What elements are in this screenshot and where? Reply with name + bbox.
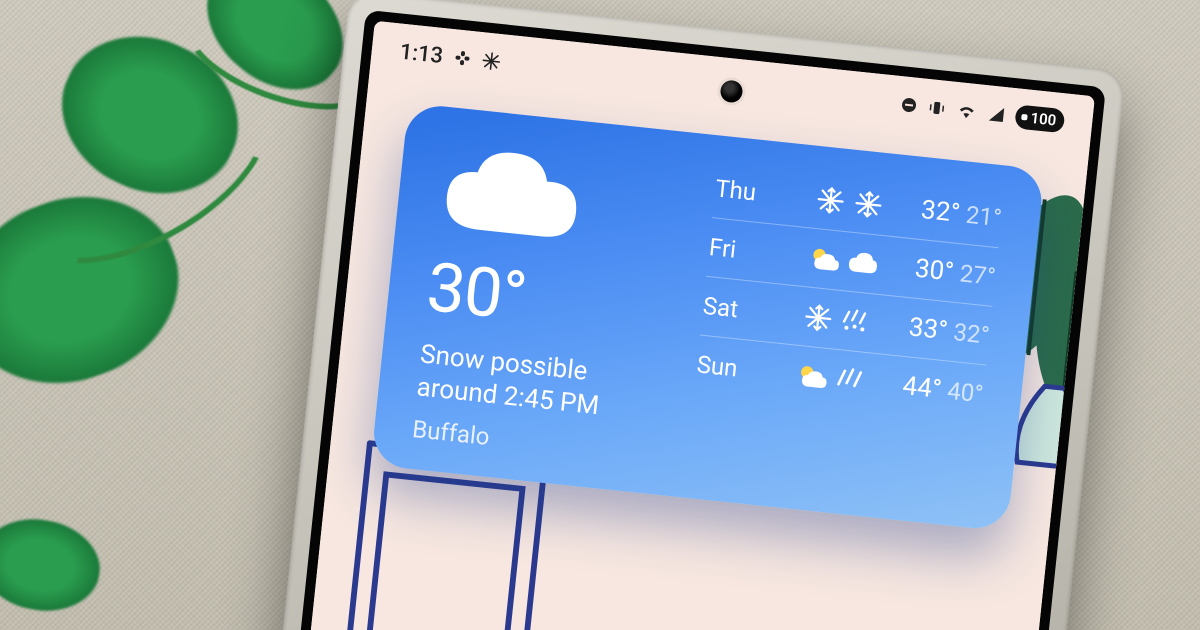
- snow-icon: [852, 188, 885, 221]
- forecast-high: 33°: [907, 312, 949, 346]
- current-temperature: 30°: [424, 253, 678, 347]
- forecast-high: 30°: [914, 254, 956, 288]
- forecast-low: 27°: [958, 259, 997, 291]
- forecast-low: 40°: [946, 377, 985, 409]
- partly-cloudy-icon: [808, 243, 841, 276]
- forecast-low: 21°: [964, 201, 1003, 233]
- forecast-day: Sat: [702, 292, 767, 326]
- forecast-temps: 44°40°: [901, 371, 985, 409]
- phone-screen[interactable]: 1:13: [287, 21, 1095, 630]
- forecast-icons: [771, 357, 890, 399]
- forecast-temps: 30°27°: [914, 254, 998, 292]
- forecast-icons: [777, 299, 896, 341]
- phone-bezel: 1:13: [276, 10, 1106, 630]
- weather-current: 30° Snow possible around 2:45 PM Buffalo: [411, 141, 690, 469]
- battery-indicator: 100: [1014, 104, 1065, 133]
- forecast-day: Fri: [708, 233, 773, 267]
- rain-icon: [833, 364, 866, 397]
- vibrate-icon: [927, 98, 947, 118]
- wifi-icon: [955, 101, 979, 121]
- forecast-temps: 33°32°: [907, 312, 991, 350]
- phone-frame: 1:13: [256, 0, 1126, 630]
- snowflake-icon: [482, 51, 502, 71]
- forecast-high: 44°: [901, 371, 943, 405]
- forecast-icons: [789, 181, 908, 223]
- cloud-icon: [432, 141, 689, 265]
- current-condition: Snow possible around 2:45 PM: [415, 338, 669, 429]
- weather-widget[interactable]: 30° Snow possible around 2:45 PM Buffalo…: [370, 103, 1045, 532]
- forecast-temps: 32°21°: [920, 195, 1004, 233]
- snow-icon: [801, 301, 834, 334]
- forecast-day: Sun: [695, 350, 760, 384]
- status-time: 1:13: [399, 39, 445, 68]
- forecast-low: 32°: [952, 318, 991, 350]
- slack-icon: [452, 47, 474, 69]
- status-bar-left: 1:13: [399, 39, 502, 74]
- dnd-icon: [899, 95, 919, 115]
- partly-cloudy-icon: [795, 360, 828, 393]
- status-bar-right: 100: [899, 92, 1065, 133]
- signal-icon: [987, 104, 1007, 124]
- cloud-icon: [845, 247, 878, 280]
- forecast-high: 32°: [920, 195, 962, 229]
- forecast-icons: [783, 240, 902, 282]
- forecast-day: Thu: [714, 174, 779, 208]
- forecast-list: Thu32°21°Fri30°27°Sat33°32°Sun44°40°: [686, 169, 1004, 501]
- sleet-icon: [839, 305, 872, 338]
- phone-device: 1:13: [256, 0, 1126, 630]
- battery-level: 100: [1030, 109, 1057, 130]
- snow-icon: [814, 184, 847, 217]
